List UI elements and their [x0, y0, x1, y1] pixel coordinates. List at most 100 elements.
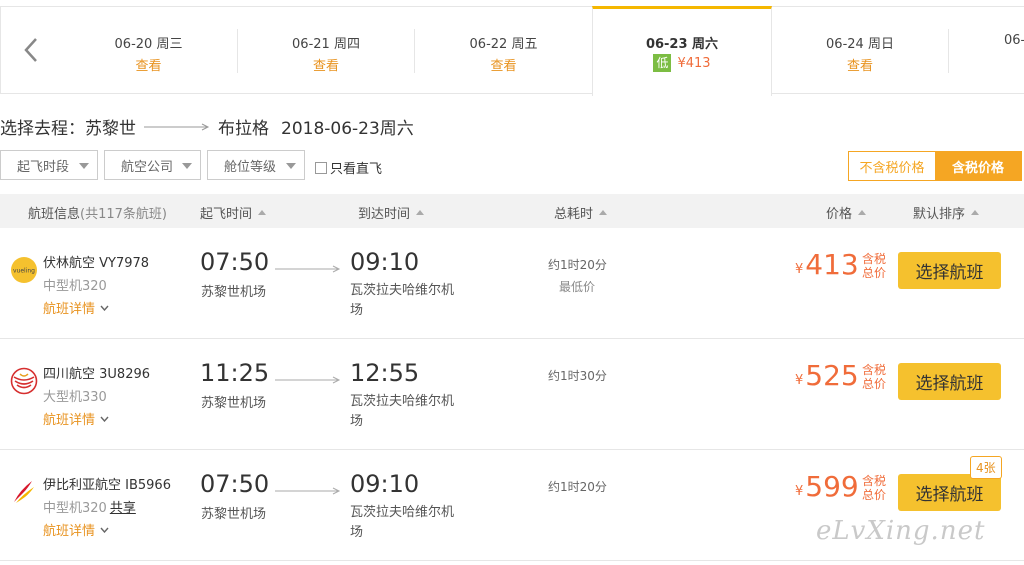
flight-price: ¥599: [795, 470, 859, 503]
without-tax-button[interactable]: 不含税价格: [849, 152, 935, 180]
iberia-logo-icon: [14, 481, 34, 503]
price-value: 525: [805, 359, 859, 392]
filter-label: 起飞时段: [17, 159, 70, 175]
flight-duration: 约1时30分: [548, 369, 607, 383]
airline-name: 四川航空 3U8296: [43, 367, 151, 382]
date-bar: 06-20 周三 查看 06-21 周四 查看 06-22 周五 查看 06-2…: [0, 6, 1024, 96]
plane-type: 中型机320: [43, 275, 107, 294]
cabin-filter[interactable]: 舱位等级: [207, 150, 305, 180]
price-value: 599: [805, 470, 859, 503]
date-view-link[interactable]: 查看: [772, 55, 948, 74]
header-departure[interactable]: 起飞时间: [200, 203, 267, 222]
codeshare-label[interactable]: 共享: [110, 501, 136, 516]
header-arrival[interactable]: 到达时间: [358, 203, 425, 222]
departure-airport: 苏黎世机场: [201, 396, 267, 411]
header-default-sort[interactable]: 默认排序: [913, 203, 980, 222]
plane-type: 中型机320 共享: [43, 497, 136, 516]
date-tab[interactable]: 06-22 周五 查看: [415, 7, 592, 93]
arrival-airport: 瓦茨拉夫哈维尔机场: [350, 394, 455, 429]
flight-detail-link[interactable]: 航班详情: [43, 409, 109, 428]
select-flight-button[interactable]: 选择航班: [898, 252, 1001, 289]
airline-filter[interactable]: 航空公司: [104, 150, 201, 180]
tax-price-toggle: 不含税价格 含税价格: [848, 151, 1022, 181]
sort-up-icon: [858, 210, 867, 215]
tax-included-label: 含税总价: [862, 474, 887, 502]
currency-symbol: ¥: [795, 262, 804, 277]
arrow-right-icon: [275, 487, 341, 495]
flight-row: 四川航空 3U8296 大型机330 航班详情 11:25 12:55 苏黎世机…: [0, 339, 1024, 450]
arrival-airport: 瓦茨拉夫哈维尔机场: [350, 505, 455, 540]
date-view-link[interactable]: 查看: [60, 55, 237, 74]
checkbox-icon[interactable]: [315, 161, 327, 174]
direct-only-label: 只看直飞: [330, 162, 383, 177]
flight-price: ¥413: [795, 248, 859, 281]
arrow-right-icon: [275, 376, 341, 384]
plane-model: 中型机320: [43, 279, 107, 294]
header-duration[interactable]: 总耗时: [554, 203, 608, 222]
vueling-logo-icon: vueling: [11, 257, 37, 283]
arrival-airport: 瓦茨拉夫哈维尔机场: [350, 283, 455, 318]
route-to: 布拉格: [218, 119, 269, 139]
route-from: 苏黎世: [85, 119, 136, 139]
arrival-time: 09:10: [350, 248, 420, 276]
select-flight-button[interactable]: 选择航班: [898, 363, 1001, 400]
chevron-left-icon: [23, 38, 37, 62]
departure-time: 07:50: [200, 470, 270, 498]
detail-label: 航班详情: [43, 524, 96, 539]
date-view-link[interactable]: 查看: [415, 55, 592, 74]
flight-detail-link[interactable]: 航班详情: [43, 298, 109, 317]
route-date: 2018-06-23周六: [281, 119, 414, 139]
departure-time: 11:25: [200, 359, 270, 387]
chevron-down-icon: [100, 305, 109, 311]
currency-symbol: ¥: [795, 373, 804, 388]
arrow-right-icon: [275, 265, 341, 273]
detail-label: 航班详情: [43, 413, 96, 428]
departure-airport: 苏黎世机场: [201, 285, 267, 300]
price-value: 413: [805, 248, 859, 281]
date-lowest-price: ¥413: [677, 56, 711, 71]
date-prev-button[interactable]: [0, 7, 60, 93]
flight-duration: 约1时20分: [548, 258, 607, 272]
tax-included-label: 含税总价: [862, 363, 887, 391]
watermark: eLvXing.net: [816, 516, 986, 546]
caret-down-icon: [182, 163, 192, 169]
sichuan-airlines-logo-icon: [10, 367, 38, 395]
plane-model: 中型机320: [43, 501, 107, 516]
departure-time-filter[interactable]: 起飞时段: [0, 150, 98, 180]
date-view-link[interactable]: 查看: [238, 55, 414, 74]
chevron-down-icon: [100, 416, 109, 422]
filter-label: 航空公司: [121, 159, 174, 175]
date-tab[interactable]: 06-: [949, 7, 1024, 93]
select-flight-button[interactable]: 选择航班: [898, 474, 1001, 511]
airline-name: 伊比利亚航空 IB5966: [43, 478, 171, 493]
caret-down-icon: [286, 163, 296, 169]
arrival-time: 12:55: [350, 359, 420, 387]
plane-model: 大型机330: [43, 390, 107, 405]
header-label: 默认排序: [913, 207, 966, 222]
header-label: 到达时间: [358, 207, 411, 222]
date-label: 06-: [1004, 33, 1024, 48]
sort-up-icon: [258, 210, 267, 215]
header-label: 价格: [826, 207, 853, 222]
plane-type: 大型机330: [43, 386, 107, 405]
detail-label: 航班详情: [43, 302, 96, 317]
chevron-down-icon: [100, 527, 109, 533]
flight-detail-link[interactable]: 航班详情: [43, 520, 109, 539]
arrival-time: 09:10: [350, 470, 420, 498]
direct-only-checkbox[interactable]: 只看直飞: [315, 158, 382, 177]
flight-count: (共117条航班): [80, 207, 167, 222]
date-tab-active[interactable]: 06-23 周六 低 ¥413: [592, 6, 772, 96]
airline-name: 伏林航空 VY7978: [43, 256, 150, 271]
svg-text:vueling: vueling: [13, 268, 35, 275]
header-price[interactable]: 价格: [826, 203, 867, 222]
date-tab[interactable]: 06-24 周日 查看: [772, 7, 948, 93]
lowest-price-note: 最低价: [559, 280, 596, 294]
arrow-right-icon: [144, 123, 210, 130]
caret-down-icon: [79, 163, 89, 169]
seats-remaining-badge: 4张: [970, 456, 1002, 479]
date-tab[interactable]: 06-20 周三 查看: [60, 7, 237, 93]
route-label: 选择去程：: [0, 119, 85, 139]
date-tab[interactable]: 06-21 周四 查看: [238, 7, 414, 93]
with-tax-button[interactable]: 含税价格: [935, 152, 1021, 180]
date-price: 低 ¥413: [593, 54, 771, 72]
